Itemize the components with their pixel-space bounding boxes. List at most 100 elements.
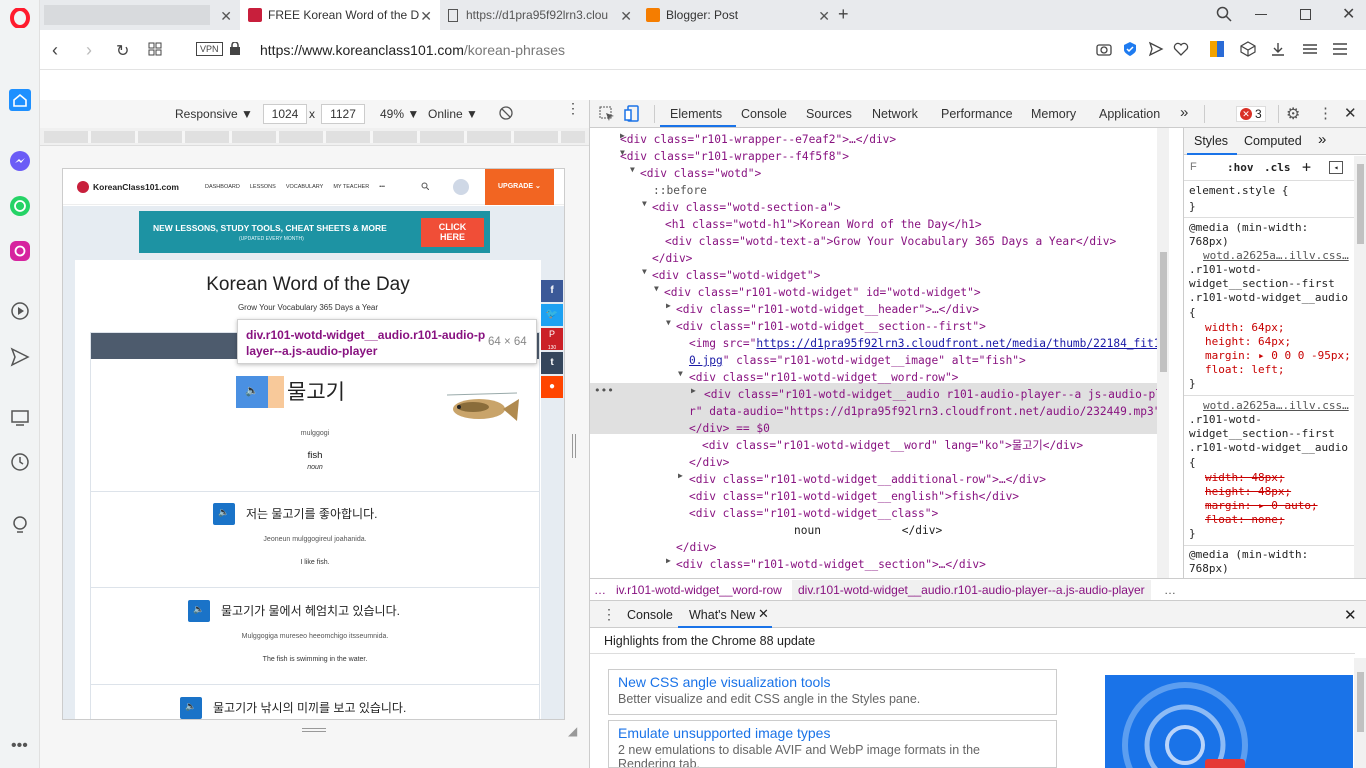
brand-name[interactable]: KoreanClass101.com [93, 182, 179, 192]
extension-icon[interactable] [1210, 41, 1224, 57]
collapse-arrow-icon[interactable]: ▼ [642, 267, 647, 276]
tab-3[interactable]: https://d1pra95f92lrn3.clou ✕ [440, 0, 640, 30]
menu-icon[interactable] [1332, 42, 1348, 56]
width-input[interactable]: 1024 [263, 104, 307, 124]
dom-node[interactable]: <div class="r101-wrapper--f4f5f8"> [620, 148, 849, 165]
rotate-icon[interactable] [499, 106, 513, 120]
more-options-icon[interactable]: ⋮ [566, 101, 580, 115]
breadcrumb-item[interactable]: iv.r101-wotd-widget__word-row [616, 583, 782, 597]
heart-icon[interactable] [1173, 41, 1189, 57]
tab-1[interactable]: ✕ [40, 0, 240, 30]
elements-scrollbar[interactable] [1157, 128, 1169, 578]
collapse-arrow-icon[interactable]: ▼ [642, 199, 647, 208]
opera-logo[interactable] [10, 8, 30, 28]
whatsapp-icon[interactable] [8, 194, 32, 218]
tab-application[interactable]: Application [1099, 107, 1160, 121]
rule-selector[interactable]: .r101-wotd- [1189, 413, 1262, 426]
css-property-overridden[interactable]: height: 48px; [1205, 485, 1291, 498]
messenger-icon[interactable] [8, 149, 32, 173]
collapse-arrow-icon[interactable]: ▼ [630, 165, 635, 174]
tumblr-icon[interactable]: t [541, 352, 563, 374]
avatar[interactable] [453, 179, 469, 195]
send-icon[interactable] [8, 345, 32, 369]
dom-node[interactable]: noun </div> [794, 522, 942, 539]
promo-banner[interactable]: NEW LESSONS, STUDY TOOLS, CHEAT SHEETS &… [139, 211, 490, 253]
element-style-rule[interactable]: element.style { [1189, 184, 1288, 197]
stylesheet-link[interactable]: wotd.a2625a….illv.css… [1203, 249, 1349, 262]
click-here-button[interactable]: CLICK HERE [421, 218, 484, 247]
css-property[interactable]: margin: ▸ 0 0 0 -95px; [1205, 349, 1351, 362]
close-devtools-icon[interactable]: ✕ [1344, 104, 1357, 122]
node-actions-icon[interactable]: ••• [594, 384, 614, 397]
close-tab-icon[interactable]: ✕ [758, 606, 769, 622]
more-tabs-icon[interactable]: » [1318, 131, 1326, 148]
close-drawer-icon[interactable]: ✕ [1344, 606, 1357, 624]
reload-icon[interactable]: ↻ [116, 41, 129, 61]
new-tab-icon[interactable]: + [838, 4, 849, 25]
device-mode-select[interactable]: Responsive ▼ [175, 107, 253, 121]
tab-4[interactable]: Blogger: Post ✕ [638, 0, 838, 30]
resize-corner-icon[interactable]: ◢ [568, 724, 577, 738]
error-counter[interactable]: ✕ 3 [1236, 106, 1266, 122]
rule-selector[interactable]: .r101-wotd- [1189, 263, 1262, 276]
restore-icon[interactable] [1300, 9, 1311, 20]
dom-node-selected[interactable]: </div> == $0 [689, 420, 770, 437]
tab-console[interactable]: Console [741, 107, 787, 121]
back-icon[interactable]: ‹ [52, 40, 58, 61]
close-icon[interactable]: ✕ [220, 8, 232, 25]
tab-sources[interactable]: Sources [806, 107, 852, 121]
inspect-element-icon[interactable] [599, 106, 615, 122]
drawer-tab-whats-new[interactable]: What's New [689, 608, 755, 622]
dom-node[interactable]: <div class="wotd-widget"> [652, 267, 820, 284]
dom-node[interactable]: </div> [676, 539, 716, 556]
dom-node[interactable]: <div class="r101-wotd-widget__section--f… [676, 318, 986, 335]
drawer-menu-icon[interactable]: ⋮ [602, 606, 616, 623]
hov-toggle[interactable]: :hov [1227, 161, 1254, 174]
dom-node[interactable]: </div> [689, 454, 729, 471]
cube-icon[interactable] [1240, 41, 1256, 57]
dom-node[interactable]: " class="r101-wotd-widget__image" alt="f… [723, 354, 1026, 367]
rule-selector[interactable]: widget__section--first [1189, 277, 1335, 290]
rule-selector[interactable]: widget__section--first [1189, 427, 1335, 440]
upgrade-button[interactable]: UPGRADE ⌄ [485, 169, 554, 205]
device-toolbar-icon[interactable] [624, 105, 640, 123]
nav-more-icon[interactable]: ••• [379, 184, 385, 190]
more-tabs-icon[interactable]: » [1180, 104, 1188, 121]
card-title[interactable]: Emulate unsupported image types [618, 725, 1047, 741]
breadcrumb-more[interactable]: … [1164, 583, 1176, 597]
facebook-icon[interactable]: f [541, 280, 563, 302]
css-property-overridden[interactable]: float: none; [1205, 513, 1284, 526]
rule-selector[interactable]: .r101-wotd-widget__audio [1189, 291, 1348, 304]
image-src-link-end[interactable]: 0.jpg [689, 354, 723, 367]
nav-vocabulary[interactable]: VOCABULARY [286, 184, 324, 190]
close-icon[interactable]: ✕ [420, 8, 432, 25]
stylesheet-link[interactable]: wotd.a2625a….illv.css… [1203, 399, 1349, 412]
home-icon[interactable] [8, 88, 32, 112]
css-property-overridden[interactable]: width: 48px; [1205, 471, 1284, 484]
tabs-icon[interactable] [8, 405, 32, 429]
example-audio-button[interactable]: 🔈 [213, 503, 235, 525]
twitter-icon[interactable]: 🐦 [541, 304, 563, 326]
drawer-tab-console[interactable]: Console [627, 608, 673, 622]
vpn-badge[interactable]: VPN [196, 42, 223, 56]
settings-gear-icon[interactable]: ⚙ [1286, 104, 1300, 124]
dom-node[interactable]: <div class="r101-wotd-widget__word" lang… [702, 437, 1083, 454]
dom-node[interactable]: <h1 class="wotd-h1">Korean Word of the D… [665, 216, 982, 233]
reddit-icon[interactable]: ● [541, 376, 563, 398]
dom-node[interactable]: <div class="r101-wotd-widget__english">f… [689, 488, 1019, 505]
pinterest-icon[interactable]: P 130 [541, 328, 563, 351]
expand-arrow-icon[interactable]: ▶ [666, 556, 671, 565]
tab-2-active[interactable]: FREE Korean Word of the D ✕ [240, 0, 440, 30]
dom-node[interactable]: <div class="wotd-text-a">Grow Your Vocab… [665, 233, 1116, 250]
dom-node[interactable]: <div class="r101-wotd-widget__section">…… [676, 556, 986, 573]
cls-toggle[interactable]: .cls [1264, 161, 1291, 174]
whats-new-card[interactable]: Emulate unsupported image types 2 new em… [608, 720, 1057, 768]
instagram-icon[interactable] [8, 239, 32, 263]
toggle-sidebar-icon[interactable]: ◂ [1329, 161, 1343, 174]
url-field[interactable]: https://www.koreanclass101.com/korean-ph… [260, 42, 565, 58]
tab-network[interactable]: Network [872, 107, 918, 121]
collapse-arrow-icon[interactable]: ▼ [620, 148, 625, 157]
dom-node[interactable]: <div class="wotd"> [640, 165, 761, 182]
css-property[interactable]: width: 64px; [1205, 321, 1284, 334]
dom-node[interactable]: <div class="r101-wotd-widget__class"> [689, 505, 938, 522]
